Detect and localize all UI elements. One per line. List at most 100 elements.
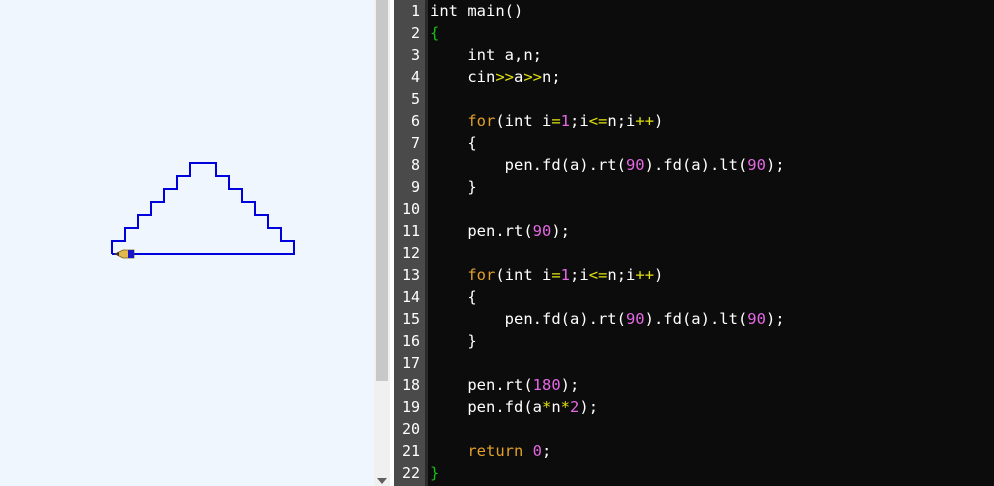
code-token: );: [765, 310, 785, 328]
code-line[interactable]: pen.fd(a).rt(90).fd(a).lt(90);: [430, 308, 785, 330]
code-token: *: [541, 398, 552, 416]
code-line[interactable]: }: [430, 330, 477, 352]
line-number: 4: [410, 68, 420, 86]
code-token: <=: [588, 112, 608, 130]
code-line[interactable]: pen.rt(90);: [430, 220, 570, 242]
code-token: cin: [430, 68, 496, 86]
code-token: 2: [570, 398, 580, 416]
code-token: {: [430, 288, 477, 306]
code-token: }: [430, 464, 440, 482]
turtle-canvas: [0, 0, 374, 486]
line-number: 8: [410, 156, 420, 174]
code-token: {: [430, 134, 477, 152]
code-token: n;i: [607, 266, 636, 284]
turtle-path: [111, 162, 295, 255]
code-line[interactable]: return 0;: [430, 440, 551, 462]
code-token: 90: [747, 156, 766, 174]
turtle-drawing: [111, 162, 295, 259]
line-number: 19: [401, 398, 420, 416]
line-number-gutter: 1 2 3 4 5 6 7 8 9 10 11 12 13 14 15 16 17 18 19 20 21 22: [394, 0, 425, 486]
code-token: }: [430, 332, 477, 350]
line-number: 12: [401, 244, 420, 262]
code-token: (int i: [495, 266, 552, 284]
code-line[interactable]: for(int i=1;i<=n;i++): [430, 264, 663, 286]
code-line[interactable]: {: [430, 286, 477, 308]
code-line[interactable]: }: [430, 176, 476, 198]
code-token: ): [654, 112, 664, 130]
code-token: ): [654, 266, 664, 284]
scroll-down-arrow-icon[interactable]: [377, 478, 387, 484]
line-number: 1: [410, 2, 420, 20]
line-number: 5: [410, 90, 420, 108]
code-token: ).fd(a).lt(: [644, 310, 748, 328]
line-number: 7: [410, 134, 420, 152]
line-number: 18: [401, 376, 420, 394]
code-token: );: [579, 398, 599, 416]
code-line[interactable]: pen.rt(180);: [430, 374, 579, 396]
line-number: 13: [401, 266, 420, 284]
code-line[interactable]: int a,n;: [430, 44, 542, 66]
code-token: (int i: [495, 112, 552, 130]
line-number: 10: [401, 200, 420, 218]
code-token: int main(): [430, 2, 524, 20]
code-line[interactable]: {: [430, 132, 477, 154]
code-token: pen.rt(: [430, 222, 533, 240]
code-editor[interactable]: int main(){ int a,n; cin>>a>>n; for(int …: [430, 0, 994, 486]
code-token: >>: [523, 68, 543, 86]
code-token: n;: [542, 68, 561, 86]
code-token: ;i: [570, 112, 589, 130]
code-line[interactable]: cin>>a>>n;: [430, 66, 561, 88]
code-token: *: [560, 398, 571, 416]
code-line[interactable]: }: [430, 462, 439, 484]
line-number: 17: [401, 354, 420, 372]
line-number: 15: [401, 310, 420, 328]
code-token: );: [560, 376, 580, 394]
code-token: for: [467, 266, 496, 284]
code-token: pen.fd(a).rt(: [430, 310, 626, 328]
code-line[interactable]: pen.fd(a).rt(90).fd(a).lt(90);: [430, 154, 785, 176]
code-line[interactable]: int main(): [430, 0, 523, 22]
code-line[interactable]: {: [430, 22, 439, 44]
pencil-icon: [114, 249, 135, 259]
code-token: {: [430, 24, 440, 42]
code-token: pen.fd(a).rt(: [430, 156, 626, 174]
line-number: 11: [401, 222, 420, 240]
code-token: 90: [625, 310, 645, 328]
code-token: 180: [532, 376, 561, 394]
code-token: ;: [542, 442, 552, 460]
code-token: >>: [495, 68, 514, 86]
line-number: 16: [401, 332, 420, 350]
line-number: 21: [401, 442, 420, 460]
code-token: for: [467, 112, 496, 130]
gutter-edge: [425, 0, 428, 486]
code-line[interactable]: for(int i=1;i<=n;i++): [430, 110, 663, 132]
code-token: );: [551, 222, 570, 240]
code-token: 90: [747, 310, 766, 328]
code-token: ).fd(a).lt(: [644, 156, 748, 174]
line-number: 20: [401, 420, 420, 438]
code-token: <=: [588, 266, 608, 284]
code-token: =: [551, 112, 561, 130]
code-token: n;i: [607, 112, 636, 130]
line-number: 2: [410, 24, 420, 42]
code-line[interactable]: pen.fd(a*n*2);: [430, 396, 598, 418]
code-token: );: [765, 156, 785, 174]
code-token: n: [551, 398, 561, 416]
code-token: 1: [560, 112, 571, 130]
code-token: 90: [625, 156, 645, 174]
code-token: a: [514, 68, 524, 86]
code-token: 0: [532, 442, 543, 460]
scrollbar-thumb[interactable]: [376, 0, 388, 381]
code-token: =: [551, 266, 561, 284]
code-token: pen.rt(: [430, 376, 533, 394]
line-number: 6: [410, 112, 420, 130]
code-token: ++: [635, 112, 655, 130]
code-token: return: [467, 442, 524, 460]
code-token: ++: [635, 266, 655, 284]
code-token: pen.fd(a: [430, 398, 542, 416]
line-number: 3: [410, 46, 420, 64]
canvas-scrollbar[interactable]: [374, 0, 390, 486]
line-number: 22: [401, 464, 420, 482]
line-number: 9: [410, 178, 420, 196]
